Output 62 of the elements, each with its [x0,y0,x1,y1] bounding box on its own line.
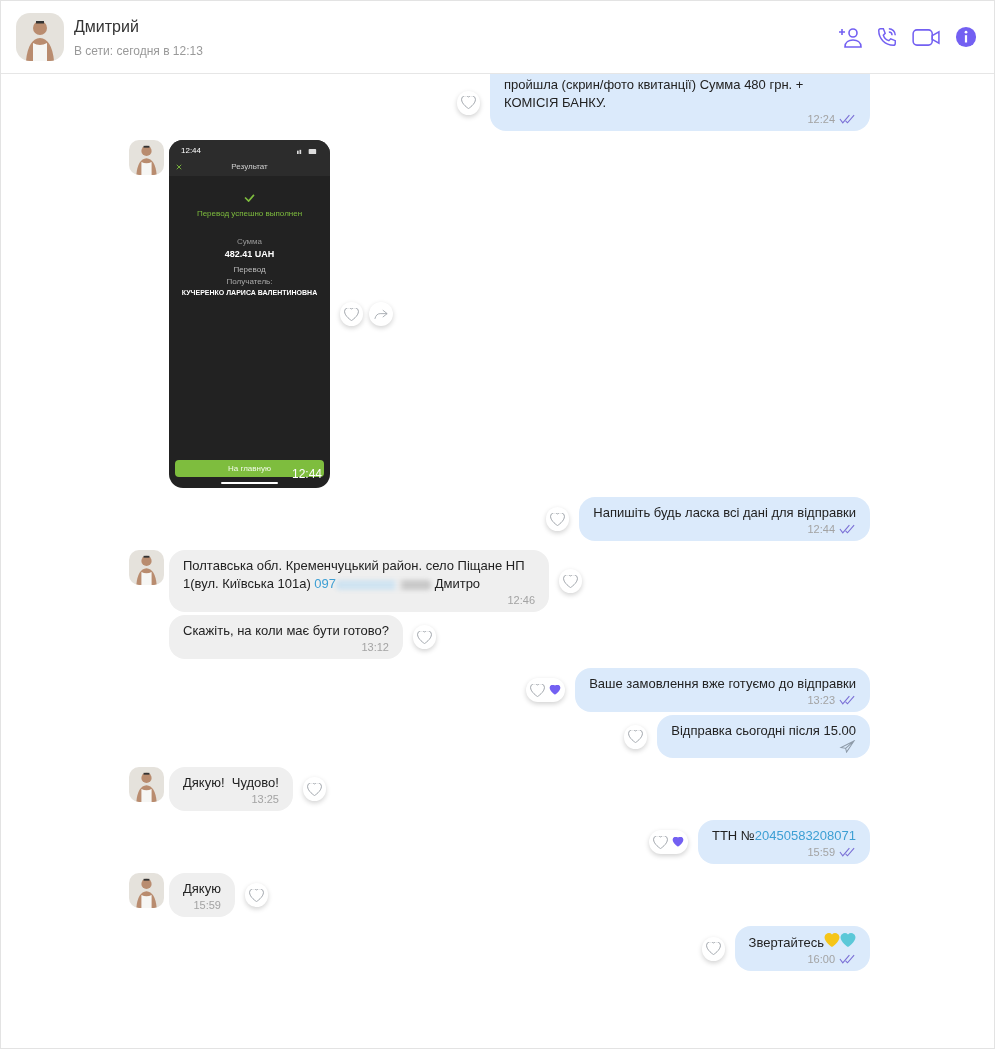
heart-icon [416,630,432,644]
heart-icon [628,730,644,743]
message-time: 16:00 [807,952,835,966]
message-time: 12:24 [807,112,835,126]
message-text: ТТН №20450583208071 [711,827,856,845]
heart-icon [549,685,562,695]
heart-icon [671,837,684,847]
message-text: Полтавська обл. Кременчуцький район. село Піщане НП 1(вул. Київська 101а) 097 Дмитро [183,557,526,593]
amount-text: 482.41 UAH [224,248,275,261]
forward-arrow-icon [374,308,388,320]
phone-icon[interactable] [876,26,898,48]
message-time: 13:25 [251,792,279,806]
heart-icon [248,888,264,902]
check-icon [244,194,255,202]
message-time: 12:44 [807,522,835,536]
add-contact-icon[interactable] [838,25,862,49]
like-button[interactable] [244,883,268,907]
heart-icon [563,574,578,588]
forward-button[interactable] [369,302,393,326]
message-text: Ваше замовлення вже готуємо до відправки [589,675,856,693]
contact-status: В сети: сегодня в 12:13 [74,42,204,60]
amount-label: Сумма [236,236,263,248]
status-clock: 12:44 [181,145,202,157]
message-time: 13:23 [807,693,835,707]
message-text: Звертайтесь [748,933,856,952]
recipient-label: Получатель: [226,275,273,288]
message-time: 15:59 [193,898,221,912]
contact-name: Дмитрий [74,16,140,37]
message-text: Дякую! Чудово! [183,774,279,792]
like-button[interactable] [559,569,582,593]
battery-icon [296,148,318,154]
phone-link[interactable]: 097 [314,576,337,591]
like-button[interactable] [340,302,363,326]
close-icon [176,164,182,170]
phone-link[interactable]: 20450583208071 [754,828,856,843]
message-text: Скажіть, на коли має бути готово? [183,622,389,640]
message-text: пройшла (скрин/фото квитанції) Сумма 480 грн. + КОМІСІЯ БАНКУ. [504,76,805,112]
heart-icon [344,307,359,321]
result-text: Перевод успешно выполнен [196,208,303,220]
message-time: 13:12 [361,640,389,654]
message-time: 15:59 [807,845,835,859]
message-text: Дякую [183,880,221,898]
heart-icon [306,782,322,796]
heart-icon [550,512,566,526]
message-time: 12:46 [507,593,535,607]
like-button[interactable] [648,830,688,854]
avatar [16,13,64,61]
video-call-icon[interactable] [912,26,941,48]
message-text: Відправка сьогодні після 15.00 [671,722,856,740]
heart-icon [705,942,721,955]
heart-icon [530,683,546,697]
like-button[interactable] [546,507,570,531]
screen-title: Результат [230,161,269,173]
like-button[interactable] [412,625,436,649]
heart-icon [652,835,668,849]
info-icon[interactable] [955,26,977,48]
like-button[interactable] [457,90,480,115]
like-button[interactable] [302,777,326,801]
heart-icon [461,96,476,109]
transfer-type: Перевод [233,263,266,276]
like-button[interactable] [526,678,566,702]
message-text: Напишіть будь ласка всі дані для відправки [593,504,856,522]
